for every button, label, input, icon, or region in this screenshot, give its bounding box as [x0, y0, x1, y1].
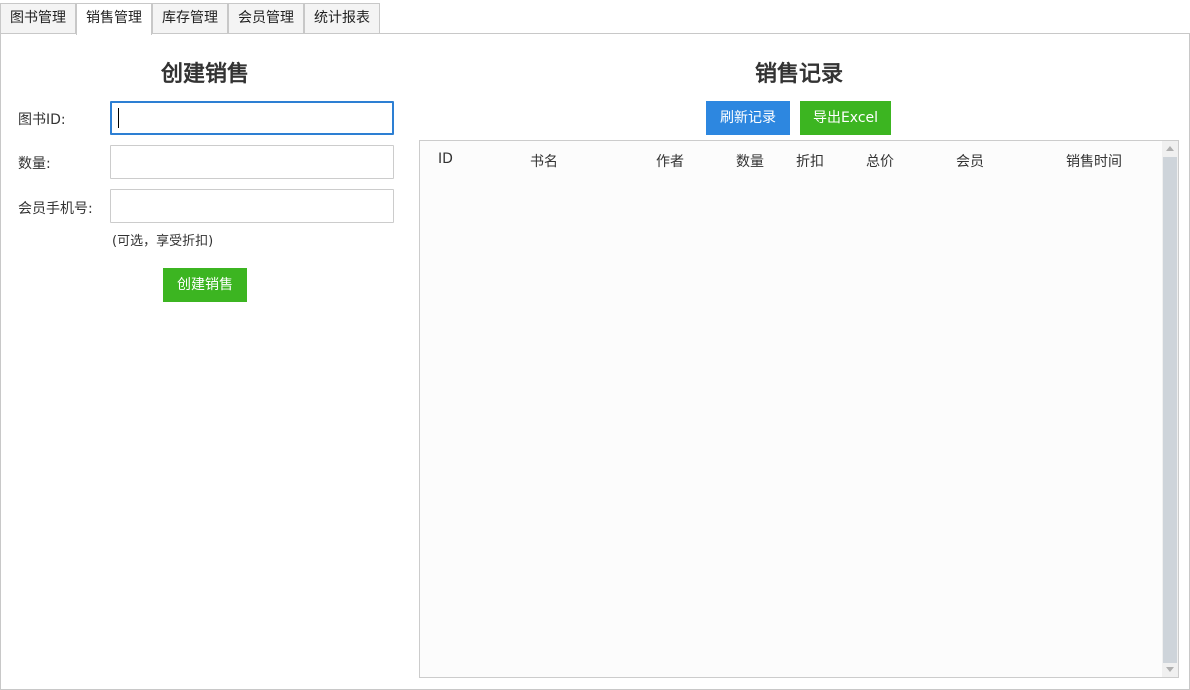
create-sale-title: 创建销售 — [160, 61, 249, 87]
create-sale-button[interactable]: 创建销售 — [163, 268, 247, 302]
scroll-thumb[interactable] — [1163, 157, 1177, 663]
member-phone-label: 会员手机号: — [18, 201, 93, 217]
scroll-up-arrow-icon[interactable] — [1166, 146, 1174, 151]
text-caret — [118, 108, 119, 128]
column-header-sale-time[interactable]: 销售时间 — [1066, 151, 1122, 171]
refresh-records-button[interactable]: 刷新记录 — [706, 101, 790, 135]
quantity-input[interactable] — [110, 145, 394, 179]
column-header-title[interactable]: 书名 — [530, 151, 558, 171]
tab-members[interactable]: 会员管理 — [228, 3, 304, 34]
tab-sales[interactable]: 销售管理 — [76, 3, 152, 35]
book-id-label: 图书ID: — [18, 112, 66, 128]
quantity-label: 数量: — [18, 156, 51, 172]
sales-records-title: 销售记录 — [754, 61, 843, 87]
column-header-author[interactable]: 作者 — [656, 151, 684, 171]
column-header-id[interactable]: ID — [438, 151, 453, 167]
export-excel-button[interactable]: 导出Excel — [800, 101, 891, 135]
tab-books[interactable]: 图书管理 — [0, 3, 76, 34]
table-scrollbar[interactable] — [1162, 141, 1178, 677]
member-phone-input[interactable] — [110, 189, 394, 223]
column-header-discount[interactable]: 折扣 — [796, 151, 824, 171]
tab-inventory[interactable]: 库存管理 — [152, 3, 228, 34]
tab-reports[interactable]: 统计报表 — [304, 3, 380, 34]
column-header-member[interactable]: 会员 — [956, 151, 984, 171]
column-header-quantity[interactable]: 数量 — [736, 151, 764, 171]
sales-records-table: ID 书名 作者 数量 折扣 总价 会员 销售时间 — [419, 140, 1179, 678]
column-header-total[interactable]: 总价 — [866, 151, 894, 171]
book-id-input[interactable] — [110, 101, 394, 135]
tab-bar: 图书管理 销售管理 库存管理 会员管理 统计报表 — [0, 0, 1190, 35]
member-phone-hint: (可选，享受折扣) — [112, 234, 214, 249]
scroll-down-arrow-icon[interactable] — [1166, 667, 1174, 672]
